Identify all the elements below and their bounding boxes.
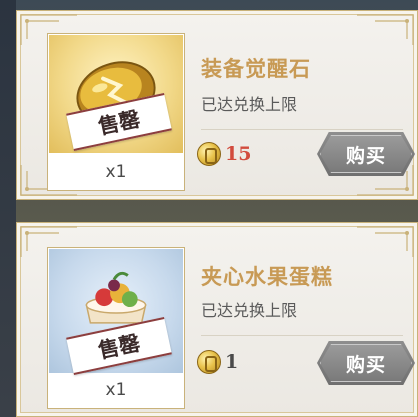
gold-coin-icon — [197, 350, 221, 374]
ornament-corner — [355, 225, 415, 259]
buy-button[interactable]: 购买 — [317, 132, 415, 176]
item-thumbnail[interactable]: 售罄 x1 — [47, 247, 185, 409]
item-art: 售罄 — [49, 249, 183, 375]
item-quantity: x1 — [105, 380, 127, 400]
item-name: 夹心水果蛋糕 — [201, 264, 333, 289]
price-value: 15 — [225, 143, 252, 165]
item-limit-status: 已达兑换上限 — [201, 95, 298, 114]
item-price: 1 — [197, 350, 238, 374]
item-name: 装备觉醒石 — [201, 56, 311, 81]
divider — [201, 335, 403, 336]
shop-item-card: 售罄 x1 装备觉醒石 已达兑换上限 15 购买 — [16, 10, 418, 200]
gold-coin-icon — [197, 142, 221, 166]
buy-button[interactable]: 购买 — [317, 341, 415, 385]
price-value: 1 — [225, 351, 239, 373]
item-price: 15 — [197, 142, 251, 166]
item-art: 售罄 — [49, 35, 183, 153]
buy-button-label: 购买 — [345, 353, 386, 376]
buy-button-label: 购买 — [345, 144, 386, 167]
item-quantity: x1 — [105, 162, 127, 182]
divider — [201, 129, 403, 130]
item-thumbnail[interactable]: 售罄 x1 — [47, 33, 185, 191]
item-limit-status: 已达兑换上限 — [201, 301, 298, 320]
background-strip — [0, 0, 16, 417]
shop-item-card: 售罄 x1 夹心水果蛋糕 已达兑换上限 1 购买 — [16, 222, 418, 417]
ornament-corner — [355, 13, 415, 47]
